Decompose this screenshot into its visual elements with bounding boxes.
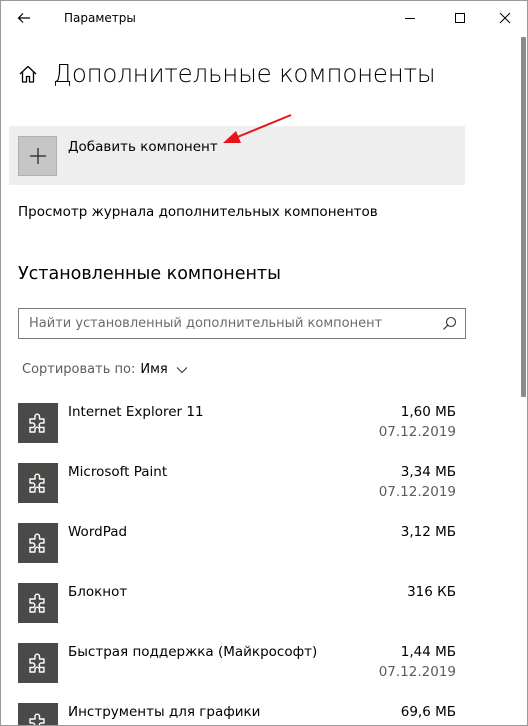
search-input[interactable] <box>19 309 437 338</box>
puzzle-icon <box>29 413 45 433</box>
component-size: 3,12 МБ <box>400 524 456 540</box>
puzzle-icon <box>29 713 45 725</box>
component-name: Быстрая поддержка (Майкрософт) <box>68 644 318 660</box>
component-item[interactable]: Internet Explorer 11 1,60 МБ 07.12.2019 <box>18 403 458 447</box>
component-date: 07.12.2019 <box>378 664 456 680</box>
component-size: 1,60 МБ <box>400 404 456 420</box>
component-item[interactable]: Microsoft Paint 3,34 МБ 07.12.2019 <box>18 463 458 507</box>
component-item[interactable]: Инструменты для графики 69,6 МБ <box>18 703 458 725</box>
arrow-left-icon <box>17 13 30 23</box>
component-date: 07.12.2019 <box>378 424 456 440</box>
add-component-tile <box>18 136 57 176</box>
page-title: Дополнительные компоненты <box>53 59 436 88</box>
component-size: 1,44 МБ <box>400 644 456 660</box>
component-item[interactable]: Блокнот 316 КБ <box>18 583 458 627</box>
puzzle-icon <box>29 593 45 613</box>
puzzle-icon <box>29 473 45 493</box>
sort-value: Имя <box>140 362 168 377</box>
scroll-thumb[interactable] <box>521 37 526 397</box>
puzzle-icon <box>29 533 45 553</box>
component-name: Блокнот <box>68 584 128 600</box>
chevron-down-icon <box>176 366 188 373</box>
minimize-button[interactable] <box>387 1 433 35</box>
component-size: 3,34 МБ <box>400 464 456 480</box>
close-icon <box>499 12 511 24</box>
sort-dropdown[interactable]: Сортировать по: Имя <box>22 362 188 377</box>
component-size: 316 КБ <box>407 584 456 600</box>
home-icon <box>19 65 37 83</box>
search-box[interactable] <box>18 308 466 339</box>
component-tile <box>18 643 58 683</box>
component-size: 69,6 МБ <box>400 704 456 720</box>
component-name: WordPad <box>68 524 128 540</box>
component-tile <box>18 463 58 503</box>
add-component-label: Добавить компонент <box>68 139 218 155</box>
close-button[interactable] <box>482 1 527 35</box>
home-button[interactable] <box>17 63 39 85</box>
component-name: Инструменты для графики <box>68 704 261 720</box>
red-arrow-icon <box>223 114 292 143</box>
search-icon[interactable] <box>442 316 457 331</box>
sort-label: Сортировать по: <box>22 362 136 377</box>
component-item[interactable]: Быстрая поддержка (Майкрософт) 1,44 МБ 0… <box>18 643 458 687</box>
component-name: Internet Explorer 11 <box>68 404 204 420</box>
window-title: Параметры <box>64 11 136 25</box>
title-bar: Параметры <box>1 1 527 35</box>
minimize-icon <box>405 18 415 19</box>
installed-section-title: Установленные компоненты <box>18 264 281 284</box>
component-tile <box>18 703 58 725</box>
component-name: Microsoft Paint <box>68 464 168 480</box>
component-tile <box>18 523 58 563</box>
scrollbar[interactable] <box>520 37 526 397</box>
maximize-icon <box>455 13 465 23</box>
component-tile <box>18 583 58 623</box>
history-link[interactable]: Просмотр журнала дополнительных компонен… <box>18 204 378 220</box>
component-tile <box>18 403 58 443</box>
puzzle-icon <box>29 653 45 673</box>
component-date: 07.12.2019 <box>378 484 456 500</box>
plus-icon <box>29 148 46 164</box>
maximize-button[interactable] <box>437 1 483 35</box>
back-button[interactable] <box>9 5 39 31</box>
settings-window: Параметры Дополнительные компоненты Доба… <box>0 0 528 726</box>
component-item[interactable]: WordPad 3,12 МБ <box>18 523 458 567</box>
